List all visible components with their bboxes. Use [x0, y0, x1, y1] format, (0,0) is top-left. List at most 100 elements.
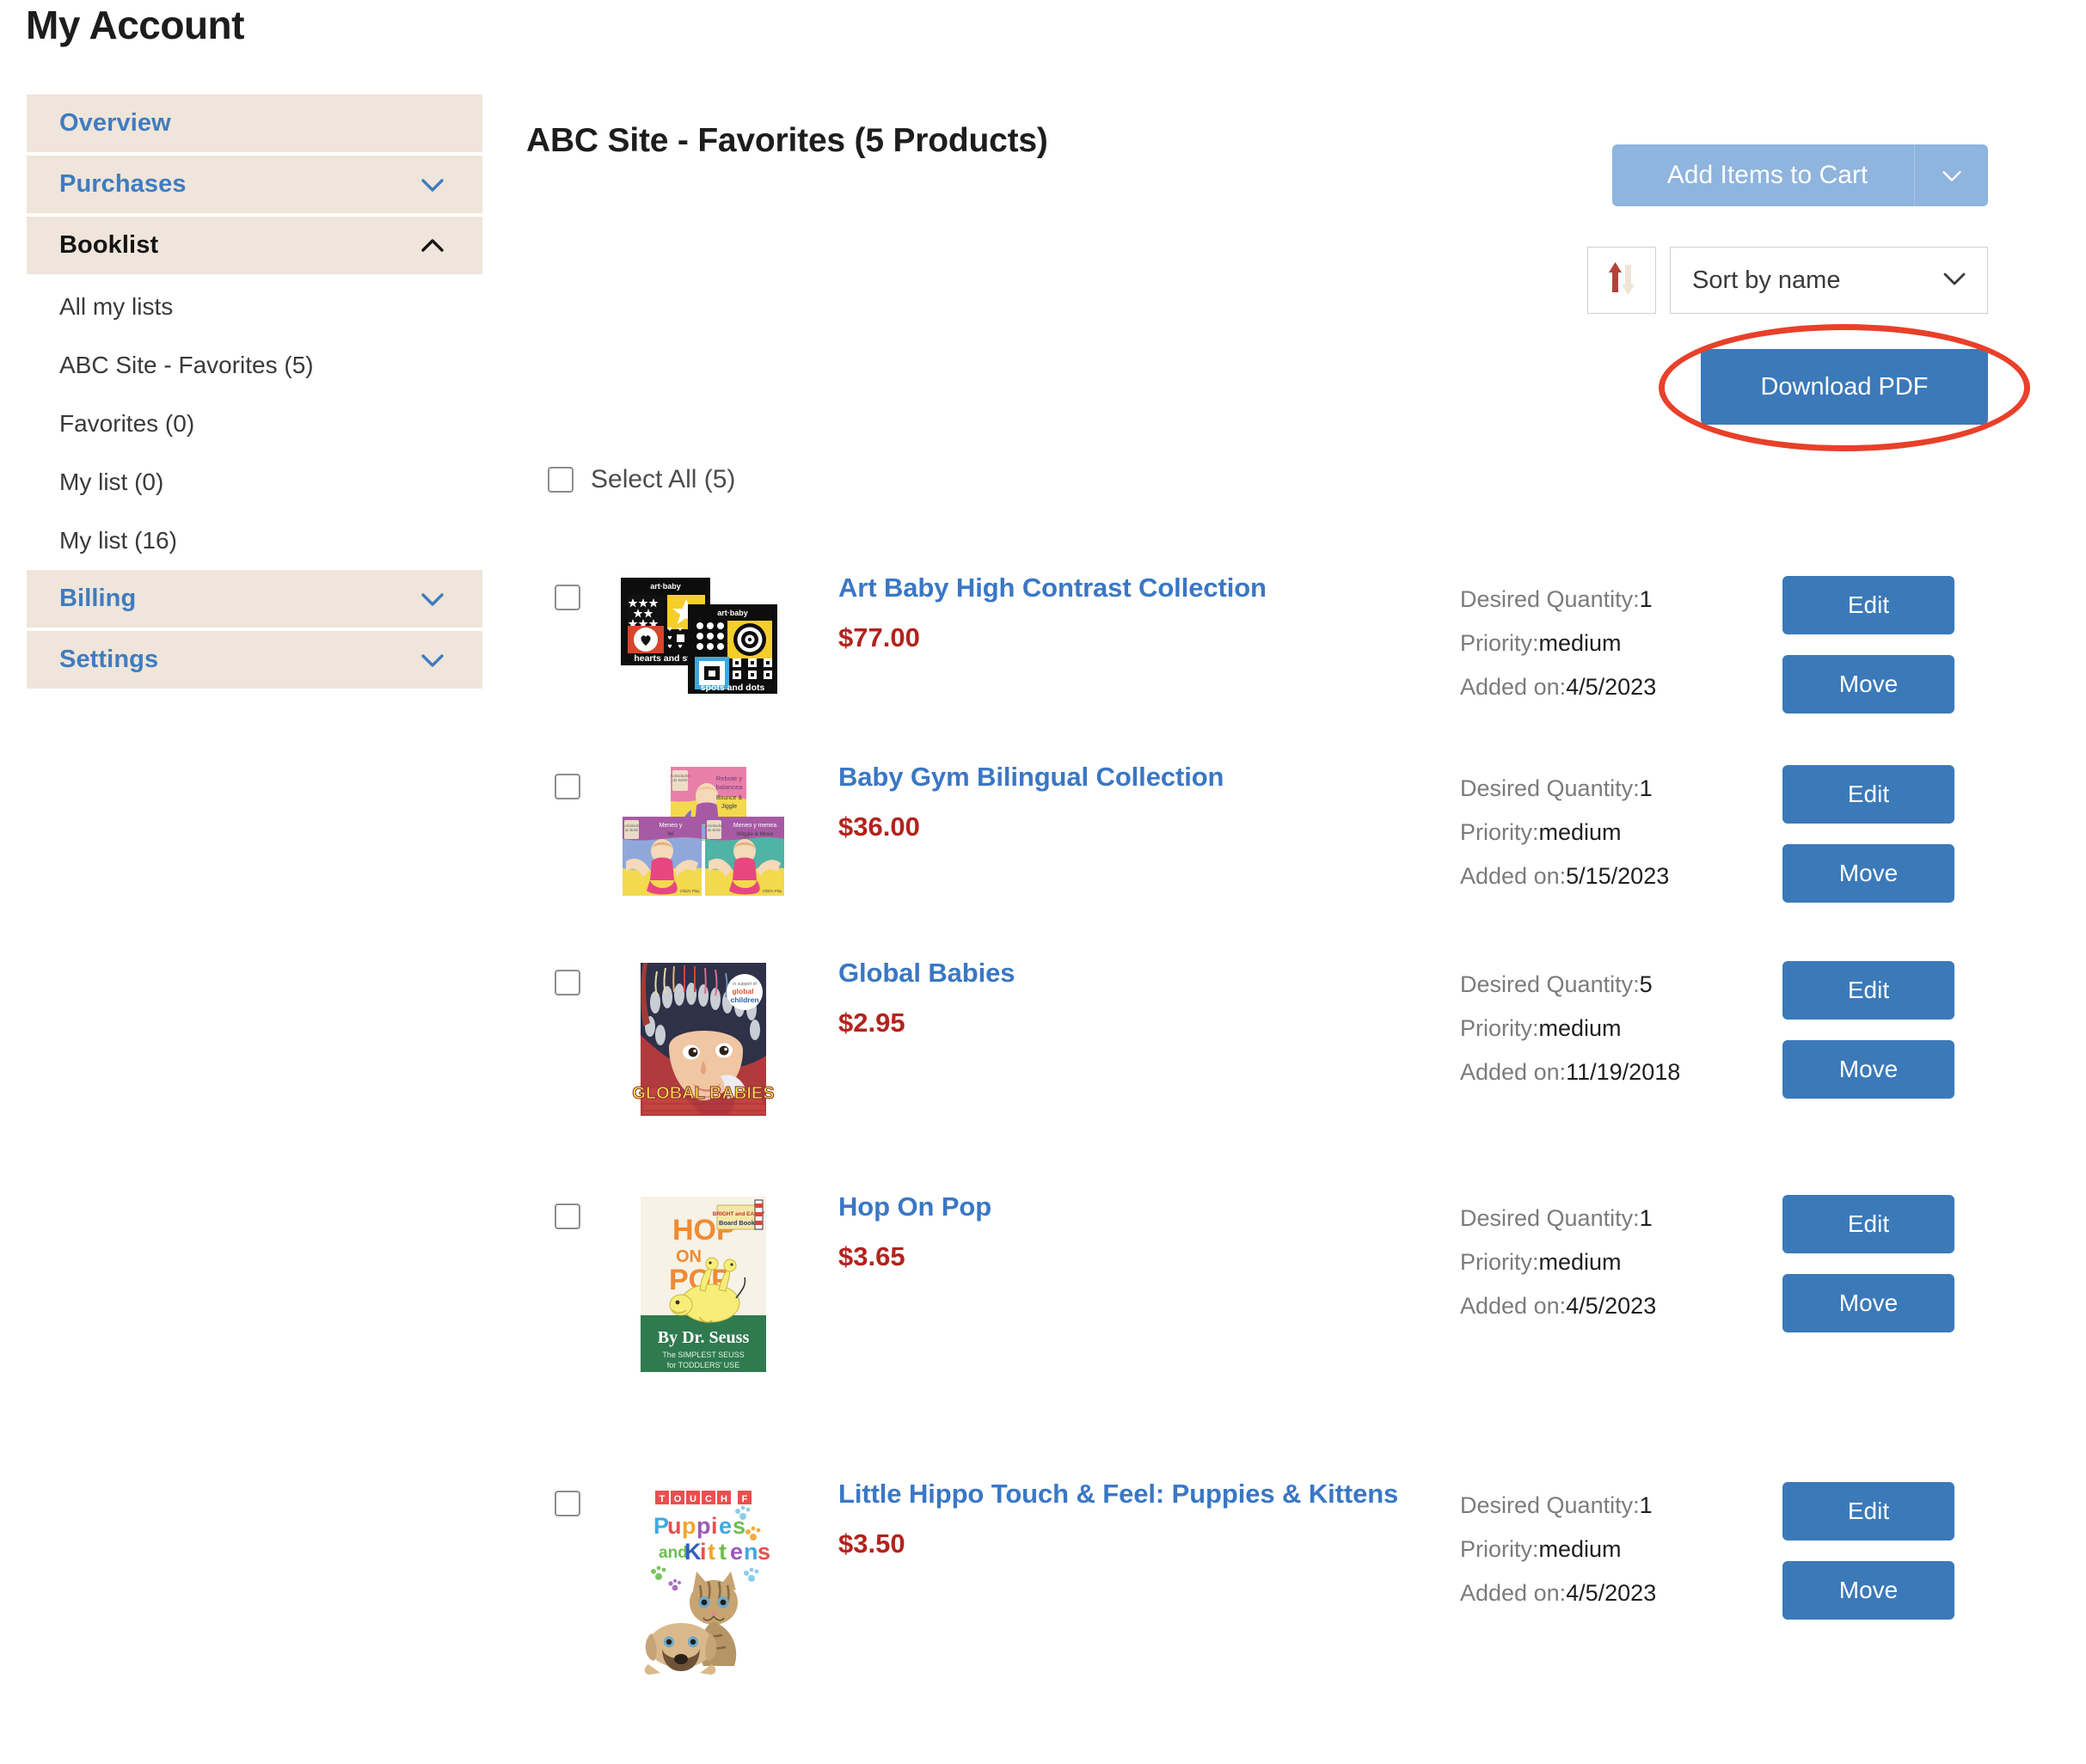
edit-button[interactable]: Edit — [1782, 576, 1954, 634]
product-select-checkbox[interactable] — [555, 585, 580, 610]
sort-ascending-icon — [1604, 258, 1640, 303]
cover-badge-line2: global — [732, 987, 753, 995]
move-button[interactable]: Move — [1782, 1040, 1954, 1099]
svg-text:O: O — [674, 1494, 682, 1504]
product-info: Little Hippo Touch & Feel: Puppies & Kit… — [838, 1479, 1398, 1559]
download-pdf-button[interactable]: Download PDF — [1701, 349, 1988, 425]
edit-button[interactable]: Edit — [1782, 1482, 1954, 1540]
edit-button[interactable]: Edit — [1782, 961, 1954, 1020]
row-actions: Edit Move — [1782, 961, 1954, 1099]
edit-button[interactable]: Edit — [1782, 765, 1954, 824]
product-price: $3.65 — [838, 1241, 905, 1271]
quantity-label: Desired Quantity: — [1460, 586, 1640, 612]
sidebar-subitem-label: My list (16) — [59, 527, 177, 554]
product-select-checkbox[interactable] — [555, 1491, 580, 1516]
product-price: $36.00 — [838, 812, 920, 842]
sidebar-item-purchases[interactable]: Purchases — [27, 156, 482, 213]
svg-text:u: u — [667, 1513, 682, 1539]
product-title-link[interactable]: Hop On Pop — [838, 1191, 991, 1222]
quantity-value: 1 — [1639, 1205, 1653, 1231]
svg-text:H: H — [721, 1494, 727, 1504]
product-thumbnail[interactable]: HOP ON POP BRIGHT and EARLY Board Books — [617, 1195, 789, 1372]
quantity-label: Desired Quantity: — [1460, 1205, 1640, 1231]
priority-value: medium — [1538, 630, 1622, 656]
svg-text:i: i — [700, 1539, 707, 1565]
added-on-value: 11/19/2018 — [1566, 1059, 1681, 1085]
sidebar-item-my-list-16[interactable]: My list (16) — [27, 511, 482, 570]
sidebar-item-booklist[interactable]: Booklist — [27, 217, 482, 274]
product-info: Art Baby High Contrast Collection $77.00 — [838, 573, 1267, 653]
svg-text:i: i — [711, 1513, 718, 1539]
sidebar-item-billing[interactable]: Billing — [27, 570, 482, 628]
add-items-to-cart-label: Add Items to Cart — [1666, 161, 1868, 189]
priority-value: medium — [1538, 1015, 1622, 1041]
product-title-link[interactable]: Global Babies — [838, 958, 1015, 989]
quantity-label: Desired Quantity: — [1460, 971, 1640, 997]
svg-text:balancea: balancea — [716, 783, 744, 791]
sidebar-item-settings[interactable]: Settings — [27, 631, 482, 689]
product-thumbnail[interactable]: art·baby hearts and st art·baby spots an… — [617, 576, 789, 748]
product-thumbnail[interactable]: T O U C H F Pu pp ie s and Ki tt en s — [617, 1482, 789, 1678]
sort-direction-button[interactable] — [1587, 247, 1656, 314]
download-pdf-label: Download PDF — [1760, 372, 1929, 401]
cover-caption: Wiggle & Move — [737, 831, 774, 837]
product-title-link[interactable]: Little Hippo Touch & Feel: Puppies & Kit… — [838, 1479, 1398, 1510]
sidebar-item-label: Booklist — [59, 231, 159, 259]
priority-label: Priority: — [1460, 1536, 1539, 1562]
added-on-value: 4/5/2023 — [1566, 1293, 1657, 1319]
product-select-checkbox[interactable] — [555, 1204, 580, 1229]
sidebar-item-all-my-lists[interactable]: All my lists — [27, 278, 482, 336]
priority-value: medium — [1538, 1536, 1622, 1562]
chevron-up-icon — [419, 232, 446, 260]
svg-text:T: T — [660, 1494, 666, 1504]
added-on-label: Added on: — [1460, 863, 1567, 889]
product-thumbnail[interactable]: Actividades de Bebé Rebote y balancea Bo… — [617, 765, 789, 937]
sidebar-subitem-label: My list (0) — [59, 469, 164, 495]
svg-text:n: n — [744, 1539, 758, 1565]
row-actions: Edit Move — [1782, 576, 1954, 714]
row-actions: Edit Move — [1782, 1482, 1954, 1620]
svg-text:Bounce &: Bounce & — [716, 795, 743, 801]
product-price: $77.00 — [838, 622, 920, 652]
svg-text:Jiggle: Jiggle — [721, 804, 737, 810]
cover-badge-line3: children — [730, 995, 758, 1004]
chevron-down-icon — [419, 585, 446, 613]
edit-button[interactable]: Edit — [1782, 1195, 1954, 1253]
svg-text:p: p — [696, 1513, 711, 1539]
product-title-link[interactable]: Baby Gym Bilingual Collection — [838, 762, 1224, 793]
added-on-value: 4/5/2023 — [1566, 1580, 1657, 1606]
cover-word-and: and — [659, 1544, 688, 1562]
sort-by-select[interactable]: Sort by name — [1670, 247, 1988, 314]
sidebar-item-overview[interactable]: Overview — [27, 95, 482, 152]
added-on-label: Added on: — [1460, 1580, 1567, 1606]
sidebar-item-favorites[interactable]: Favorites (0) — [27, 395, 482, 453]
svg-text:s: s — [758, 1539, 770, 1565]
product-thumbnail[interactable]: in support of global children GLOBAL BAB… — [617, 961, 789, 1133]
move-button[interactable]: Move — [1782, 1274, 1954, 1332]
chevron-down-icon — [419, 646, 446, 674]
cover-author: By Dr. Seuss — [658, 1328, 750, 1347]
product-info: Baby Gym Bilingual Collection $36.00 — [838, 762, 1224, 842]
move-button[interactable]: Move — [1782, 844, 1954, 903]
product-meta: Desired Quantity:5 Priority:medium Added… — [1460, 963, 1680, 1094]
move-button[interactable]: Move — [1782, 1561, 1954, 1620]
sidebar-item-my-list-0[interactable]: My list (0) — [27, 453, 482, 511]
added-on-label: Added on: — [1460, 1293, 1567, 1319]
product-meta: Desired Quantity:1 Priority:medium Added… — [1460, 767, 1669, 898]
add-to-cart-dropdown-toggle[interactable] — [1914, 144, 1988, 206]
add-items-to-cart-button[interactable]: Add Items to Cart — [1612, 144, 1988, 206]
sidebar-item-abc-site-favorites[interactable]: ABC Site - Favorites (5) — [27, 336, 482, 395]
product-select-checkbox[interactable] — [555, 774, 580, 799]
select-all-checkbox[interactable] — [548, 467, 574, 493]
quantity-value: 1 — [1639, 1492, 1653, 1518]
quantity-value: 1 — [1639, 775, 1653, 801]
cover-tagline-2: for TODDLERS' USE — [667, 1361, 739, 1369]
sidebar-item-label: Billing — [59, 585, 137, 612]
product-title-link[interactable]: Art Baby High Contrast Collection — [838, 573, 1267, 603]
move-button[interactable]: Move — [1782, 655, 1954, 714]
svg-text:p: p — [682, 1513, 696, 1539]
svg-text:e: e — [719, 1513, 732, 1539]
product-select-checkbox[interactable] — [555, 970, 580, 995]
product-meta: Desired Quantity:1 Priority:medium Added… — [1460, 1197, 1656, 1328]
svg-text:art·baby: art·baby — [717, 609, 748, 617]
